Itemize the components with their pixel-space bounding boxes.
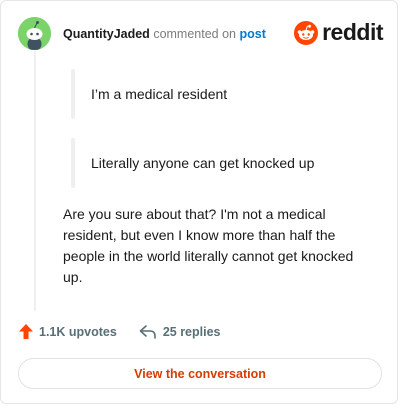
quote-bar (71, 69, 75, 119)
thread-line (34, 51, 36, 311)
comment-header: QuantityJaded commented on post (63, 26, 266, 42)
reddit-logo[interactable]: reddit (294, 19, 383, 46)
blockquote: Literally anyone can get knocked up (71, 138, 371, 188)
comment-body: Are you sure about that? I'm not a medic… (63, 206, 354, 285)
upvote-arrow-icon (19, 324, 33, 339)
quote-text: I’m a medical resident (91, 86, 228, 102)
snoo-avatar-icon (18, 17, 51, 50)
quote-text: Literally anyone can get knocked up (91, 155, 315, 171)
quote-bar (71, 138, 75, 188)
comment-card: QuantityJaded commented on post reddit I… (0, 0, 398, 404)
replies-stat[interactable]: 25 replies (139, 325, 221, 339)
action-text: commented on (153, 27, 236, 41)
comment-stats: 1.1K upvotes 25 replies (19, 324, 221, 339)
avatar[interactable] (18, 17, 51, 50)
post-link[interactable]: post (239, 27, 265, 41)
upvotes-stat[interactable]: 1.1K upvotes (19, 324, 117, 339)
reddit-snoo-icon (294, 20, 319, 45)
blockquote: I’m a medical resident (71, 69, 371, 119)
reply-arrow-icon (139, 324, 156, 339)
view-conversation-button[interactable]: View the conversation (18, 358, 382, 389)
upvotes-count: 1.1K upvotes (39, 324, 117, 339)
logo-wordmark: reddit (322, 19, 383, 45)
replies-count: 25 replies (162, 324, 221, 339)
username[interactable]: QuantityJaded (63, 27, 150, 41)
